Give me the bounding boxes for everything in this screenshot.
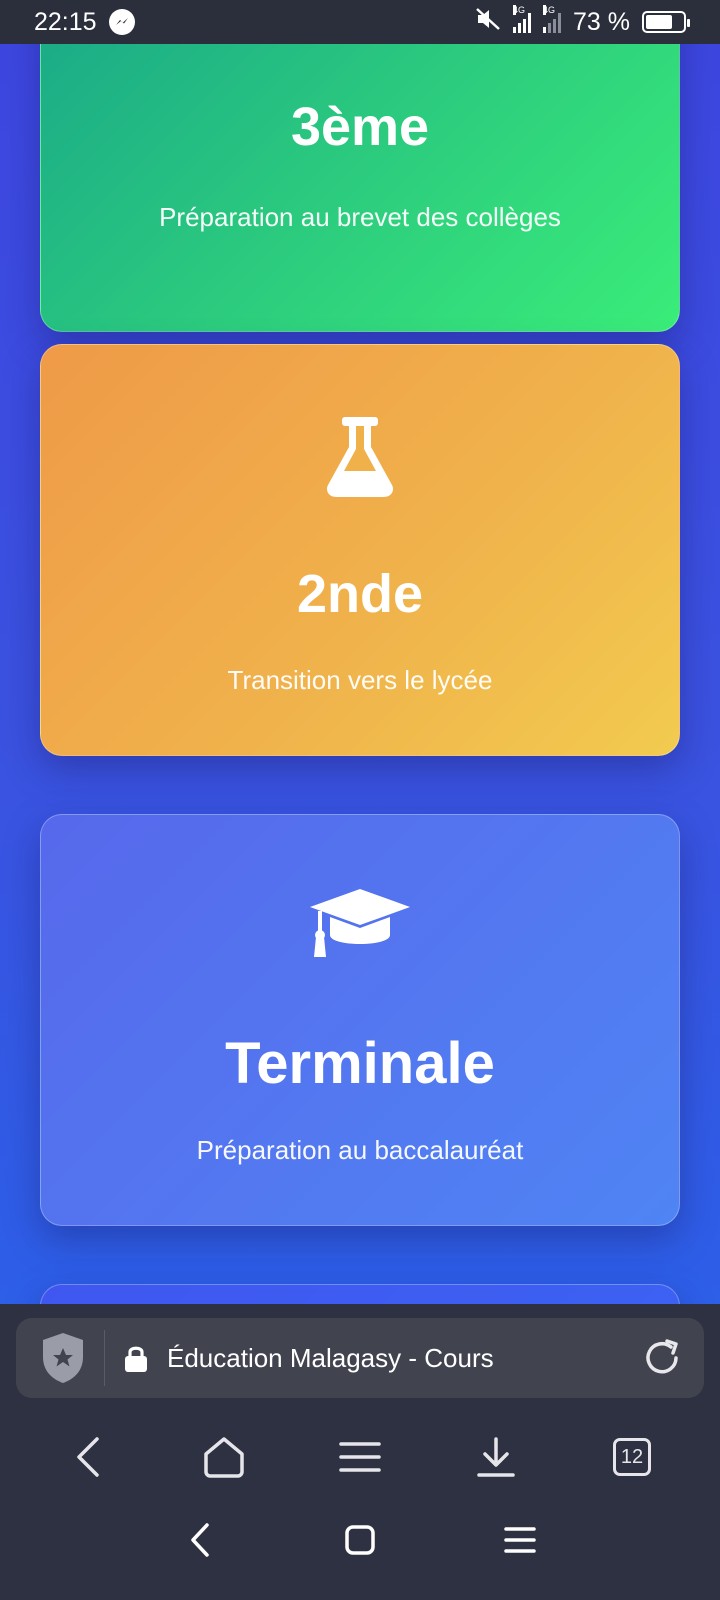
status-time: 22:15 <box>34 7 97 36</box>
back-icon[interactable] <box>53 1422 123 1492</box>
system-recents-icon[interactable] <box>490 1510 550 1570</box>
battery-percent: 73 % <box>573 7 630 36</box>
battery-icon <box>642 11 690 33</box>
card-title: 2nde <box>296 564 424 624</box>
card-subtitle: Transition vers le lycée <box>227 665 493 695</box>
page-title[interactable]: Éducation Malagasy - Cours <box>167 1343 640 1374</box>
tab-count: 12 <box>613 1438 651 1476</box>
flask-icon <box>41 415 679 499</box>
status-right: 4G 4G 73 % <box>475 5 690 38</box>
browser-nav-row: 12 <box>0 1422 720 1492</box>
page-content[interactable]: 3ème Préparation au brevet des collèges … <box>0 44 720 1304</box>
level-card-2nde[interactable]: 2nde Transition vers le lycée <box>40 344 680 756</box>
lock-icon[interactable] <box>123 1343 149 1373</box>
graduation-cap-icon <box>41 887 679 961</box>
system-back-icon[interactable] <box>170 1510 230 1570</box>
system-home-icon[interactable] <box>330 1510 390 1570</box>
reload-icon[interactable] <box>640 1336 684 1380</box>
mute-icon <box>475 7 501 38</box>
tabs-icon[interactable]: 12 <box>597 1422 667 1492</box>
level-card-terminale[interactable]: Terminale Préparation au baccalauréat <box>40 814 680 1226</box>
card-subtitle: Préparation au brevet des collèges <box>159 202 561 232</box>
menu-icon[interactable] <box>325 1422 395 1492</box>
level-card-3eme[interactable]: 3ème Préparation au brevet des collèges <box>40 44 680 332</box>
status-bar: 22:15 4G 4G 73 % <box>0 0 720 44</box>
shield-icon[interactable] <box>40 1330 86 1386</box>
address-divider <box>104 1330 105 1386</box>
status-left: 22:15 <box>34 8 135 37</box>
system-navigation <box>0 1500 720 1580</box>
card-title: Terminale <box>225 1031 495 1096</box>
download-icon[interactable] <box>461 1422 531 1492</box>
signal-icon: 4G <box>543 5 562 33</box>
browser-toolbar: Éducation Malagasy - Cours 12 <box>0 1304 720 1600</box>
battery-fill <box>646 15 673 29</box>
messenger-icon <box>108 9 135 35</box>
home-icon[interactable] <box>189 1422 259 1492</box>
address-bar[interactable]: Éducation Malagasy - Cours <box>16 1318 704 1398</box>
network-type-label: 4G <box>513 5 526 15</box>
signal-icon: 4G <box>513 5 532 33</box>
level-card-partial[interactable] <box>40 1284 680 1304</box>
network-type-label: 4G <box>543 5 556 15</box>
card-title: 3ème <box>290 97 430 157</box>
card-subtitle: Préparation au baccalauréat <box>196 1135 524 1165</box>
